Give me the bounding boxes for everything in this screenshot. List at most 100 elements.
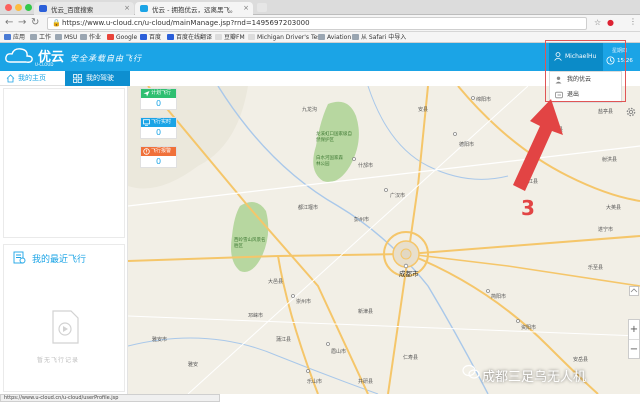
map-label-shifang: 什邡市 [358,163,374,169]
close-tab-icon[interactable]: × [243,4,249,12]
main-nav: 我的主页 我的驾驶 [0,71,130,86]
baidu-icon [140,34,147,40]
bookmark-homework[interactable]: 作业 [80,32,101,43]
logo-subtext: U-CLOUD [35,62,54,67]
annotation-step-number: 3 [521,196,535,220]
reload-icon[interactable]: ↻ [31,17,39,28]
map-label-yaan: 雅安市 [152,337,168,343]
flight-record-icon [13,251,26,264]
folder-icon [80,34,87,40]
plane-icon [143,91,150,97]
page-icon [248,34,255,40]
map-label-renshou: 仁寿县 [403,355,419,361]
monitor-icon [143,119,150,126]
top-panel [3,88,125,238]
zoom-in-button[interactable]: + [629,320,639,339]
page-icon [215,34,222,40]
recent-flights-title: 我的最近飞行 [32,255,87,265]
home-icon [6,74,15,83]
star-bookmark-icon[interactable]: ☆ [594,18,601,27]
map-label-ziyang: 资阳市 [521,325,537,331]
map-label-daying: 大英县 [606,205,622,211]
stat-value: 0 [155,128,162,137]
secure-lock-icon: 🔒 [52,19,61,27]
map-label-shehong: 射洪县 [602,157,618,163]
browser-window: 优云_百度搜索 × 优云 - 拥抱优云，远离黑飞。 × ← → ↻ 🔒 http… [0,0,640,402]
bookmark-baidu[interactable]: 百度 [140,32,161,43]
map-zoom-control: + − [628,319,640,359]
map-label-dujiangyan: 都江堰市 [298,205,319,211]
title-bar: 优云_百度搜索 × 优云 - 拥抱优云，远离黑飞。 × [0,0,640,15]
browser-menu-icon[interactable]: ⋮ [629,17,637,26]
map-label-xiling-scenic: 西岭雪山风景名胜区 [234,238,266,249]
bookmark-baidu-translate[interactable]: 百度在线翻译 [167,32,212,43]
map-label-suining: 遂宁市 [598,227,614,233]
map-label-deyang: 德阳市 [459,142,475,148]
back-arrow-icon[interactable]: ← [5,17,13,28]
bookmark-safari-import[interactable]: 从 Safari 中导入 [352,32,406,43]
extension-icon[interactable]: ● [607,18,614,27]
ucloud-favicon-icon [140,5,148,12]
layers-icon[interactable] [629,286,639,296]
browser-status-bar: https://www.u-cloud.cn/u-cloud/userProfi… [0,394,220,402]
map-label-pengzhou: 彭州市 [354,217,370,223]
forward-arrow-icon[interactable]: → [18,17,26,28]
tab-baidu-search[interactable]: 优云_百度搜索 × [34,2,134,15]
map-label-lezhi: 乐至县 [588,265,604,271]
bookmark-google[interactable]: Google [107,32,137,43]
map-label-longxi-reserve: 龙溪虹口国家级自然保护区 [316,132,352,143]
nav-my-flight-desk[interactable]: 我的驾驶 [65,71,130,86]
map-label-yaan-2: 雅安 [188,362,199,368]
zoom-out-button[interactable]: − [629,339,639,358]
bookmarks-bar: 应用 工作 MSU 作业 Google 百度 百度在线翻译 豆瓣FM Michi… [0,32,640,43]
stat-header: 飞行报警 [141,147,176,156]
stat-card-realtime[interactable]: 飞行实时 0 [140,117,177,139]
nav-my-homepage[interactable]: 我的主页 [0,71,65,86]
bookmark-aviation[interactable]: Aviation [318,32,351,43]
tab-ucloud[interactable]: 优云 - 拥抱优云，远离黑飞。 × [135,2,253,15]
stat-header: 计划飞行 [141,89,176,98]
new-tab-button[interactable] [257,3,267,12]
map-label-jianyang: 简阳市 [491,294,507,300]
maximize-window-icon[interactable] [25,4,32,11]
map-label-meishan: 眉山市 [331,349,347,355]
folder-icon [55,34,62,40]
annotation-highlight-box [545,40,626,102]
recent-flights-panel: 我的最近飞行 暂无飞行记录 [3,244,125,392]
minimize-window-icon[interactable] [15,4,22,11]
stat-value: 0 [155,99,162,108]
gear-icon[interactable] [625,106,637,118]
map-label-chengdu: 成都市 [399,270,419,278]
map-label-baishuihe-park: 白水河国家森林公园 [316,156,343,167]
annotation-arrow-icon [513,99,563,191]
bookmark-work[interactable]: 工作 [30,32,51,43]
close-tab-icon[interactable]: × [124,4,130,12]
alarm-icon [143,148,150,155]
apps-grid-icon [4,34,11,40]
bookmark-msu[interactable]: MSU [55,32,77,43]
empty-video-icon [52,310,79,344]
bookmark-apps[interactable]: 应用 [4,32,25,43]
cloud-logo-icon [5,48,33,63]
bookmark-michigan-test[interactable]: Michigan Driver's Test [248,32,323,43]
grid-icon [73,74,82,83]
folder-icon [318,34,325,40]
map-label-yanting: 盐亭县 [598,109,614,115]
map-label-anyue: 安岳县 [573,357,589,363]
header-slogan: 安全承载自由飞行 [70,54,142,63]
empty-state-text: 暂无飞行记录 [37,357,80,364]
close-window-icon[interactable] [5,4,12,11]
map-label-leshan: 乐山市 [307,379,323,385]
stat-card-planned[interactable]: 计划飞行 0 [140,88,177,110]
stat-header: 飞行实时 [141,118,176,127]
app-header: 优云 U-CLOUD 安全承载自由飞行 [0,43,640,71]
bookmark-douban-fm[interactable]: 豆瓣FM [215,32,245,43]
map-label-qionglai: 邛崃市 [248,313,264,319]
url-input[interactable]: 🔒 https://www.u-cloud.cn/u-cloud/mainMan… [47,17,587,30]
stat-card-alarm[interactable]: 飞行报警 0 [140,146,177,168]
map-label-dayi: 大邑县 [268,279,284,285]
map-label-anxian: 安县 [418,107,429,113]
map-label-jiulonggou: 九龙沟 [302,107,318,113]
map-label-pujiang: 蒲江县 [276,337,292,343]
folder-icon [30,34,37,40]
